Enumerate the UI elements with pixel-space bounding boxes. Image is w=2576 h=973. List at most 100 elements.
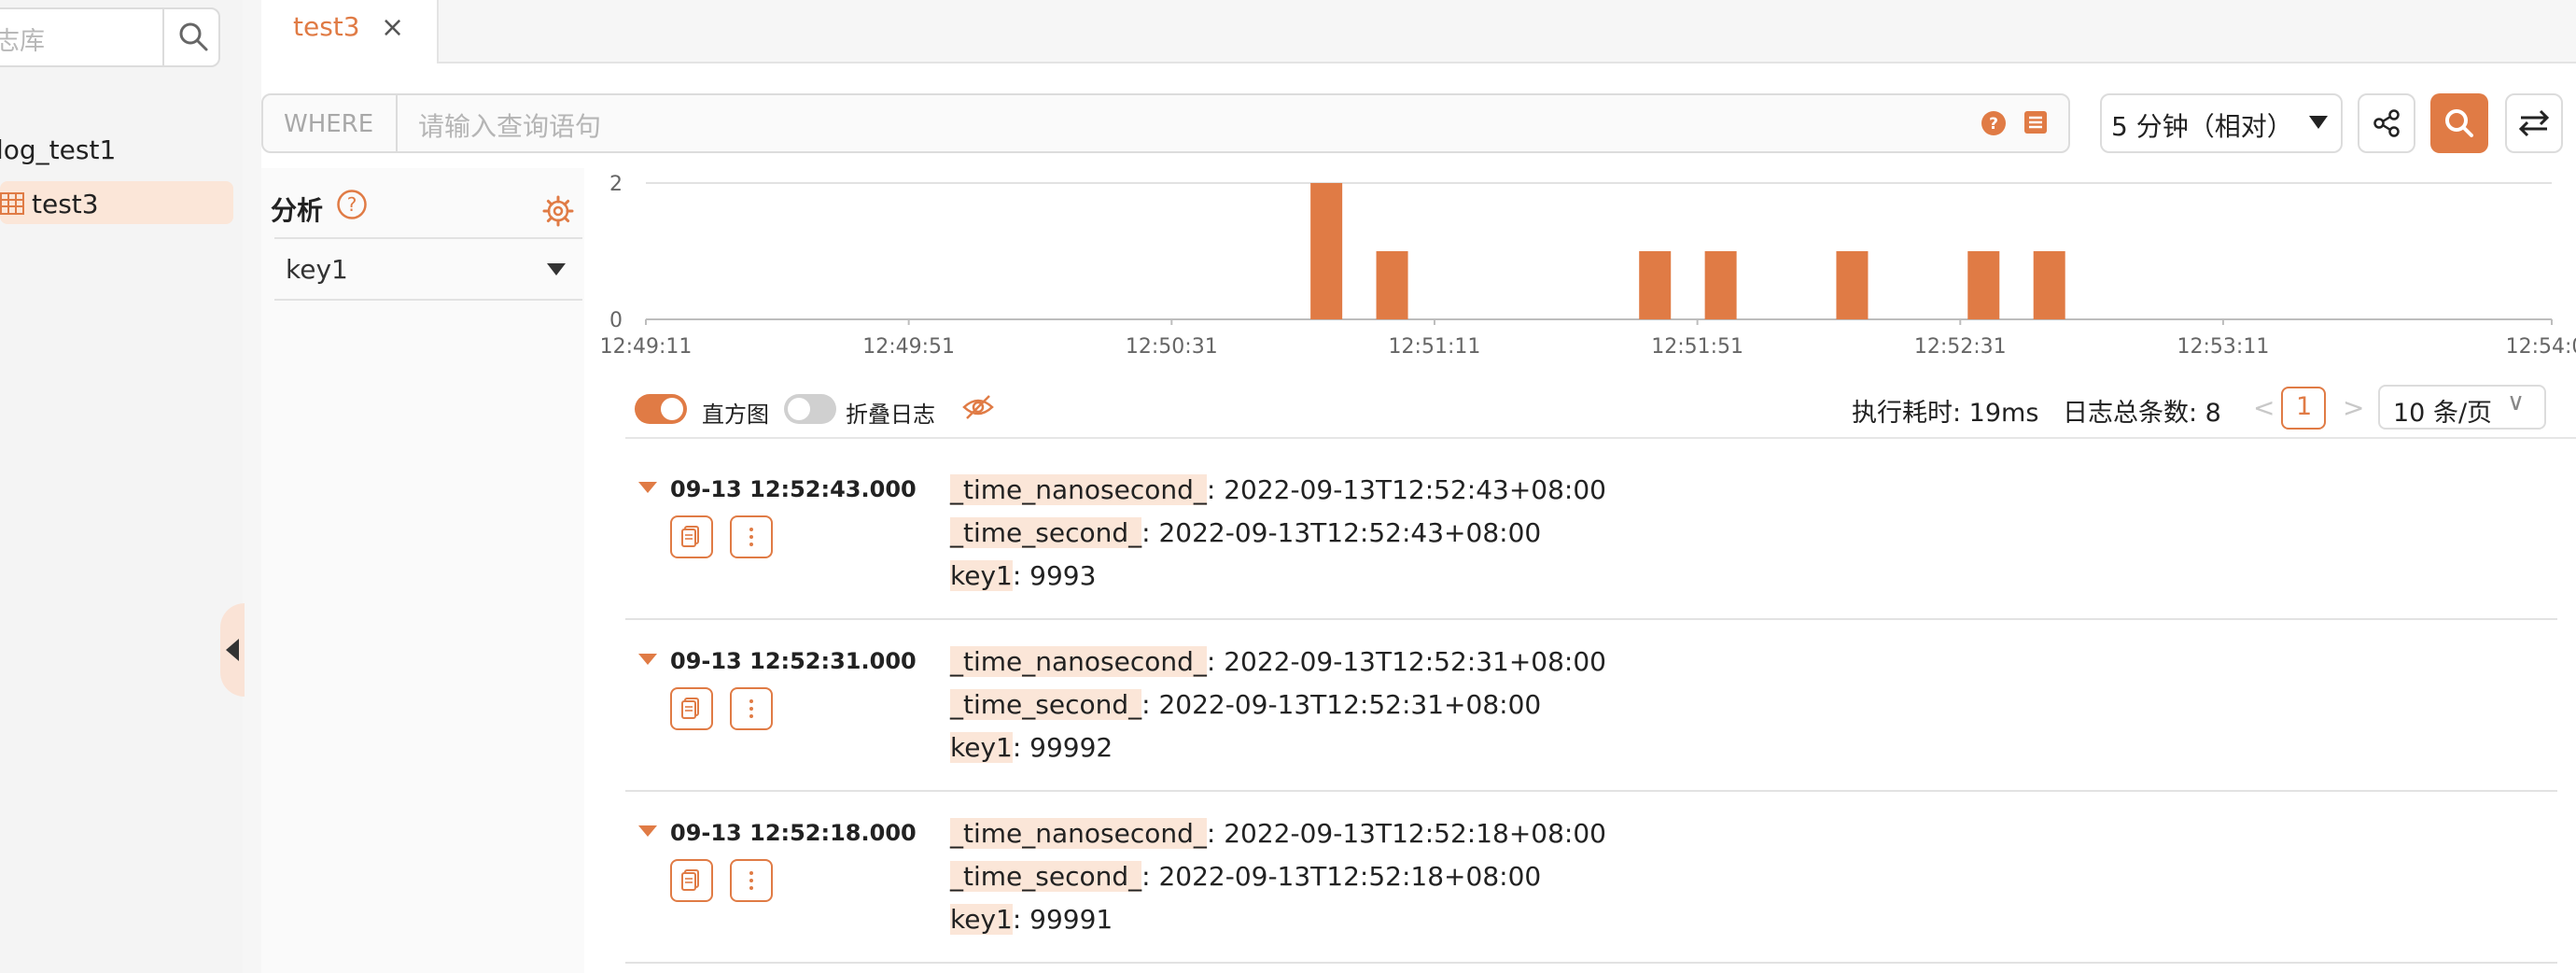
histogram-bar — [1639, 251, 1672, 319]
x-tick-label: 12:51:51 — [1651, 335, 1743, 359]
field-key[interactable]: _time_second_ — [950, 689, 1142, 720]
y-tick-label: 0 — [609, 309, 623, 332]
toggle-knob — [788, 398, 810, 420]
prev-page-button[interactable]: < — [2253, 392, 2275, 423]
more-actions-button[interactable] — [730, 687, 773, 730]
question-icon[interactable]: ? — [336, 189, 368, 220]
x-tick-label: 12:52:31 — [1914, 335, 2007, 359]
field-value: : 2022-09-13T12:52:18+08:00 — [1206, 818, 1606, 849]
divider — [274, 237, 582, 239]
where-divider — [396, 95, 398, 151]
histogram-bar — [1704, 251, 1737, 319]
tab-label[interactable]: test3 — [293, 11, 360, 42]
next-page-button[interactable]: > — [2343, 392, 2364, 423]
copy-icon — [681, 698, 699, 719]
field-key[interactable]: _time_nanosecond_ — [950, 646, 1207, 677]
toggle-knob — [661, 398, 683, 420]
x-tick-label: 12:51:11 — [1389, 335, 1481, 359]
histogram-bar — [1376, 251, 1408, 319]
x-tick-label: 12:49:51 — [862, 335, 955, 359]
swap-icon — [2518, 109, 2550, 137]
table-icon — [0, 192, 24, 215]
search-icon — [2445, 109, 2473, 137]
tab-bar — [261, 0, 2576, 63]
log-field: key1: 9993 — [950, 560, 1096, 591]
log-field: _time_second_: 2022-09-13T12:52:31+08:00 — [950, 689, 1541, 720]
list-icon[interactable] — [2023, 110, 2048, 134]
logstore-search-input[interactable]: 志库 — [0, 21, 45, 57]
copy-icon — [681, 526, 699, 547]
histogram-chart: 12:49:11 12:49:51 12:50:31 12:51:11 12:51:51… — [600, 173, 2576, 359]
chevron-down-icon[interactable] — [547, 263, 566, 275]
copy-log-button[interactable] — [670, 859, 713, 902]
field-key[interactable]: _time_nanosecond_ — [950, 474, 1207, 505]
page-number-label[interactable]: 1 — [2296, 392, 2312, 421]
query-input[interactable]: 请输入查询语句 — [418, 106, 601, 144]
field-key[interactable]: _time_second_ — [950, 517, 1142, 548]
field-value: : 9993 — [1012, 560, 1097, 591]
search-button[interactable] — [2430, 93, 2488, 153]
copy-log-button[interactable] — [670, 515, 713, 558]
analysis-panel — [261, 168, 584, 973]
log-field: _time_nanosecond_: 2022-09-13T12:52:43+0… — [950, 474, 1606, 505]
field-value: : 2022-09-13T12:52:31+08:00 — [1141, 689, 1542, 720]
field-value: : 2022-09-13T12:52:31+08:00 — [1206, 646, 1606, 677]
histogram-bar — [1967, 251, 2000, 319]
expand-caret-icon[interactable] — [638, 654, 657, 665]
time-range-label[interactable]: 5 分钟（相对） — [2111, 106, 2293, 144]
execution-time: 执行耗时: 19ms — [1852, 399, 2039, 428]
log-field: key1: 99992 — [950, 732, 1113, 763]
row-divider — [625, 618, 2557, 620]
log-timestamp: 09-13 12:52:43.000 — [670, 476, 917, 502]
more-actions-button[interactable] — [730, 515, 773, 558]
divider — [274, 299, 582, 301]
collapse-arrow-icon[interactable] — [226, 639, 239, 661]
share-icon — [2373, 109, 2400, 137]
field-key[interactable]: _time_second_ — [950, 861, 1142, 892]
gear-icon[interactable] — [541, 194, 575, 228]
more-vertical-icon — [749, 699, 753, 718]
copy-icon — [681, 869, 699, 891]
field-key[interactable]: key1 — [950, 560, 1013, 591]
log-field: _time_second_: 2022-09-13T12:52:18+08:00 — [950, 861, 1541, 892]
row-divider — [625, 962, 2557, 964]
field-key[interactable]: _time_nanosecond_ — [950, 818, 1207, 849]
log-timestamp: 09-13 12:52:18.000 — [670, 820, 917, 846]
field-key[interactable]: key1 — [950, 904, 1013, 935]
chevron-down-icon[interactable]: ∨ — [2507, 388, 2525, 416]
share-button[interactable] — [2358, 93, 2415, 153]
search-divider — [162, 9, 164, 65]
eye-hidden-icon[interactable] — [961, 392, 995, 422]
sidebar-item-label: test3 — [32, 189, 99, 219]
swap-button[interactable] — [2505, 93, 2563, 153]
close-icon[interactable]: × — [381, 11, 404, 44]
page-size-label[interactable]: 10 条/页 — [2393, 392, 2492, 429]
field-key[interactable]: key1 — [950, 732, 1013, 763]
total-log-count: 日志总条数: 8 — [2063, 399, 2221, 428]
field-value: : 99991 — [1012, 904, 1113, 935]
more-vertical-icon — [749, 528, 753, 546]
log-field: _time_nanosecond_: 2022-09-13T12:52:31+0… — [950, 646, 1606, 677]
sidebar-item-logstore[interactable]: log_test1 — [0, 134, 116, 165]
more-vertical-icon — [749, 871, 753, 890]
more-actions-button[interactable] — [730, 859, 773, 902]
histogram-bar — [1310, 183, 1343, 319]
svg-text:?: ? — [1989, 115, 1998, 134]
divider — [625, 437, 2576, 439]
fold-logs-toggle-label: 折叠日志 — [846, 402, 935, 428]
histogram-bar — [1836, 251, 1869, 319]
field-value: : 2022-09-13T12:52:43+08:00 — [1141, 517, 1542, 548]
copy-log-button[interactable] — [670, 687, 713, 730]
svg-text:?: ? — [347, 193, 357, 216]
expand-caret-icon[interactable] — [638, 825, 657, 837]
row-divider — [625, 790, 2557, 792]
search-icon[interactable] — [177, 21, 209, 52]
field-value: : 2022-09-13T12:52:43+08:00 — [1206, 474, 1606, 505]
x-tick-label: 12:49:11 — [600, 335, 693, 359]
analysis-field-select[interactable]: key1 — [286, 254, 348, 285]
help-icon[interactable]: ? — [1981, 110, 2007, 136]
y-tick-label: 2 — [609, 173, 623, 196]
where-label: WHERE — [284, 110, 374, 138]
chevron-down-icon[interactable] — [2309, 116, 2328, 129]
expand-caret-icon[interactable] — [638, 482, 657, 493]
